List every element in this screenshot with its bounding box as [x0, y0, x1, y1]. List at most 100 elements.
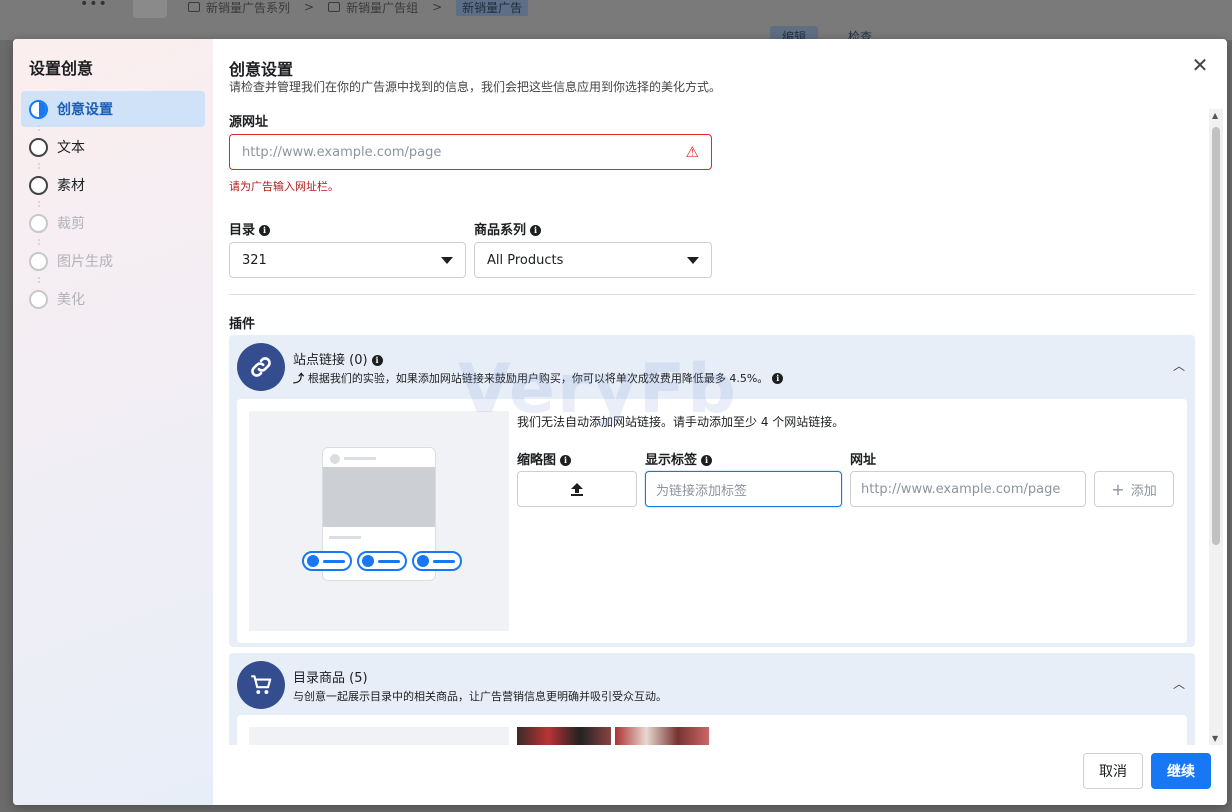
display-tag-label-group: 显示标签 i	[645, 449, 713, 468]
url-label: 网址	[850, 453, 877, 468]
step-half-circle-icon	[29, 99, 48, 119]
link-icon	[237, 343, 285, 391]
step-label: 美化	[57, 292, 85, 308]
info-icon[interactable]: i	[772, 373, 784, 384]
preview-star-pill	[357, 551, 407, 571]
collapse-chevron-icon[interactable]: ︿	[1173, 357, 1185, 374]
collapse-chevron-icon[interactable]: ︿	[1173, 675, 1185, 692]
step-beautify: 美化	[21, 277, 205, 317]
catalog-product-thumbnails	[517, 727, 709, 745]
site-links-description: 根据我们的实验，如果添加网站链接来鼓励用户购买，你可以将单次成效费用降低最多 4…	[307, 372, 769, 385]
scroll-area: 源网址 http://www.example.com/page ⚠ 请为广告输入…	[229, 109, 1204, 745]
vertical-scrollbar[interactable]: ▲ ▼	[1209, 109, 1223, 745]
site-link-url-placeholder: http://www.example.com/page	[861, 481, 1061, 497]
catalog-label: 目录	[229, 223, 256, 238]
info-icon[interactable]: i	[259, 225, 271, 236]
site-links-message: 我们无法自动添加网站链接。请手动添加至少 4 个网站链接。	[517, 415, 845, 429]
scroll-thumb[interactable]	[1212, 127, 1220, 545]
source-url-placeholder: http://www.example.com/page	[242, 144, 442, 160]
step-circle-icon	[29, 289, 48, 309]
upload-thumbnail-button[interactable]	[517, 471, 637, 507]
breadcrumb-campaign: 新销量广告系列	[188, 0, 290, 16]
close-icon[interactable]: ✕	[1189, 55, 1211, 77]
site-links-description-group: ⤴ 根据我们的实验，如果添加网站链接来鼓励用户购买，你可以将单次成效费用降低最多…	[293, 370, 784, 386]
breadcrumb-ad: 新销量广告	[456, 0, 529, 16]
info-icon[interactable]: i	[560, 455, 572, 466]
product-set-select[interactable]: All Products	[474, 242, 712, 278]
step-connector	[38, 125, 40, 131]
preview-shirt-pill	[412, 551, 462, 571]
product-set-value: All Products	[487, 252, 564, 268]
info-icon[interactable]: i	[701, 455, 713, 466]
step-label: 裁剪	[57, 216, 85, 232]
step-list: 创意设置 文本 素材 裁剪 图片生成 美化	[21, 91, 205, 319]
site-links-title-group: 站点链接 (0) i	[293, 349, 383, 368]
catalog-items-description: 与创意一起展示目录中的相关商品，让广告营销信息更明确并吸引受众互动。	[293, 690, 667, 703]
site-link-url-input[interactable]: http://www.example.com/page	[850, 471, 1086, 507]
product-thumbnail[interactable]	[615, 727, 709, 745]
step-connector	[38, 277, 40, 283]
step-circle-icon	[29, 251, 48, 271]
add-site-link-button[interactable]: + 添加	[1094, 471, 1174, 507]
cancel-button[interactable]: 取消	[1083, 753, 1143, 789]
site-links-preview	[249, 411, 509, 631]
catalog-label-group: 目录 i	[229, 219, 271, 238]
warning-icon: ⚠	[685, 143, 699, 161]
site-links-panel: 站点链接 (0) i ⤴ 根据我们的实验，如果添加网站链接来鼓励用户购买，你可以将…	[229, 335, 1195, 647]
background-breadcrumb: 新销量广告系列 > 新销量广告组 > 新销量广告	[188, 0, 529, 16]
display-tag-label: 显示标签	[645, 453, 698, 468]
info-icon[interactable]: i	[371, 355, 383, 366]
step-creative-setup[interactable]: 创意设置	[21, 91, 205, 127]
step-connector	[38, 201, 40, 207]
creative-setup-dialog: 设置创意 创意设置 文本 素材 裁剪 图片生成 美化 创意设置 请检查并管理我们…	[13, 39, 1227, 805]
page-subtitle: 请检查并管理我们在你的广告源中找到的信息，我们会把这些信息应用到你选择的美化方式…	[229, 80, 722, 94]
display-tag-placeholder: 为链接添加标签	[656, 483, 748, 499]
step-circle-icon	[29, 175, 48, 195]
continue-button[interactable]: 继续	[1151, 753, 1211, 789]
trend-icon: ⤴	[293, 372, 308, 385]
catalog-items-panel: 目录商品 (5) 与创意一起展示目录中的相关商品，让广告营销信息更明确并吸引受众…	[229, 653, 1195, 745]
step-label: 素材	[57, 178, 85, 194]
product-set-label: 商品系列	[474, 223, 527, 238]
dropdown-arrow-icon	[687, 256, 699, 264]
thumbnail-label-group: 缩略图 i	[517, 449, 572, 468]
step-label: 创意设置	[57, 102, 113, 118]
breadcrumb-adset: 新销量广告组	[328, 0, 418, 16]
catalog-select[interactable]: 321	[229, 242, 466, 278]
page-title: 创意设置	[229, 60, 294, 79]
catalog-value: 321	[242, 252, 267, 268]
catalog-items-preview	[249, 727, 509, 745]
source-url-error: 请为广告输入网址栏。	[229, 180, 339, 193]
step-connector	[38, 239, 40, 245]
add-button-label: 添加	[1130, 483, 1157, 499]
main-content: 创意设置 请检查并管理我们在你的广告源中找到的信息，我们会把这些信息应用到你选择…	[213, 39, 1227, 805]
source-url-input[interactable]: http://www.example.com/page ⚠	[229, 134, 712, 170]
step-connector	[38, 163, 40, 169]
preview-store-pill	[302, 551, 352, 571]
scroll-down-icon[interactable]: ▼	[1212, 734, 1218, 743]
step-circle-icon	[29, 213, 48, 233]
product-set-label-group: 商品系列 i	[474, 219, 542, 238]
background-page-header	[0, 0, 1232, 40]
dropdown-arrow-icon	[441, 256, 453, 264]
scroll-up-icon[interactable]: ▲	[1212, 111, 1218, 120]
step-assets[interactable]: 素材	[21, 163, 205, 203]
catalog-items-body	[237, 715, 1187, 745]
shopping-cart-icon	[237, 661, 285, 709]
plus-icon: +	[1111, 479, 1125, 499]
thumbnail-label: 缩略图	[517, 453, 557, 468]
step-label: 文本	[57, 140, 85, 156]
upload-icon	[571, 483, 583, 496]
step-text[interactable]: 文本	[21, 125, 205, 165]
site-links-title: 站点链接 (0)	[293, 353, 368, 368]
plugins-label: 插件	[229, 317, 256, 332]
display-tag-input[interactable]: 为链接添加标签	[645, 471, 842, 507]
step-circle-icon	[29, 137, 48, 157]
step-label: 图片生成	[57, 254, 113, 270]
catalog-items-title: 目录商品 (5)	[293, 671, 368, 686]
source-url-label: 源网址	[229, 115, 269, 130]
site-links-body: 我们无法自动添加网站链接。请手动添加至少 4 个网站链接。 缩略图 i 显示标签 i…	[237, 399, 1187, 643]
info-icon[interactable]: i	[530, 225, 542, 236]
product-thumbnail[interactable]	[517, 727, 611, 745]
sidebar-title: 设置创意	[29, 59, 94, 78]
